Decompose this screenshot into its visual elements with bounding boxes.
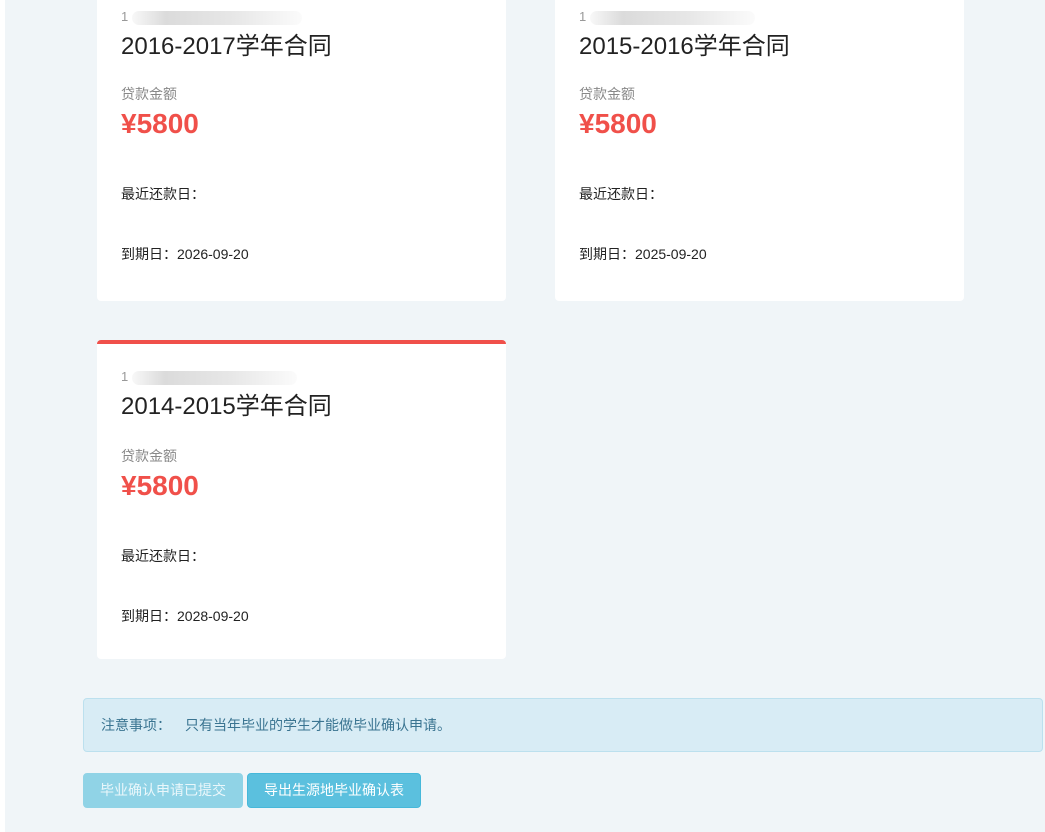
graduation-confirm-submitted-button[interactable]: 毕业确认申请已提交 — [83, 773, 243, 808]
loan-amount-label: 贷款金额 — [121, 86, 177, 102]
recent-repay-label: 最近还款日： — [121, 548, 205, 564]
loan-amount: ¥5800 — [121, 470, 199, 501]
contract-card[interactable]: 1 2015-2016学年合同 贷款金额 ¥5800 最近还款日： 到期日：20… — [555, 0, 964, 301]
redaction-blur — [589, 10, 755, 25]
due-date: 到期日：2028-09-20 — [121, 607, 249, 625]
redaction-blur — [131, 370, 297, 385]
due-date: 到期日：2026-09-20 — [121, 245, 249, 263]
notice-text: 只有当年毕业的学生才能做毕业确认申请。 — [185, 717, 451, 733]
due-value: 2026-09-20 — [177, 246, 249, 262]
recent-repay-date: 最近还款日： — [579, 185, 663, 203]
contract-card[interactable]: 1 2016-2017学年合同 贷款金额 ¥5800 最近还款日： 到期日：20… — [97, 0, 506, 301]
contract-title: 2016-2017学年合同 — [121, 33, 332, 60]
contract-card-selected[interactable]: 1 2014-2015学年合同 贷款金额 ¥5800 最近还款日： 到期日：20… — [97, 340, 506, 659]
redacted-contract-number: 1 — [579, 10, 755, 25]
due-label: 到期日： — [579, 246, 635, 262]
export-graduation-confirm-button[interactable]: 导出生源地毕业确认表 — [247, 773, 421, 808]
contract-title: 2014-2015学年合同 — [121, 393, 332, 420]
loan-amount-label: 贷款金额 — [121, 448, 177, 464]
loan-amount: ¥5800 — [121, 108, 199, 139]
redacted-contract-number: 1 — [121, 10, 302, 25]
recent-repay-date: 最近还款日： — [121, 185, 205, 203]
contract-title: 2015-2016学年合同 — [579, 33, 790, 60]
notice-alert: 注意事项： 只有当年毕业的学生才能做毕业确认申请。 — [83, 698, 1043, 752]
due-label: 到期日： — [121, 608, 177, 624]
redacted-contract-number: 1 — [121, 370, 297, 385]
recent-repay-label: 最近还款日： — [579, 186, 663, 202]
recent-repay-date: 最近还款日： — [121, 547, 205, 565]
redaction-blur — [131, 10, 302, 25]
due-value: 2025-09-20 — [635, 246, 707, 262]
loan-amount-label: 贷款金额 — [579, 86, 635, 102]
loan-amount: ¥5800 — [579, 108, 657, 139]
due-label: 到期日： — [121, 246, 177, 262]
recent-repay-label: 最近还款日： — [121, 186, 205, 202]
due-date: 到期日：2025-09-20 — [579, 245, 707, 263]
notice-label: 注意事项： — [101, 717, 171, 733]
due-value: 2028-09-20 — [177, 608, 249, 624]
